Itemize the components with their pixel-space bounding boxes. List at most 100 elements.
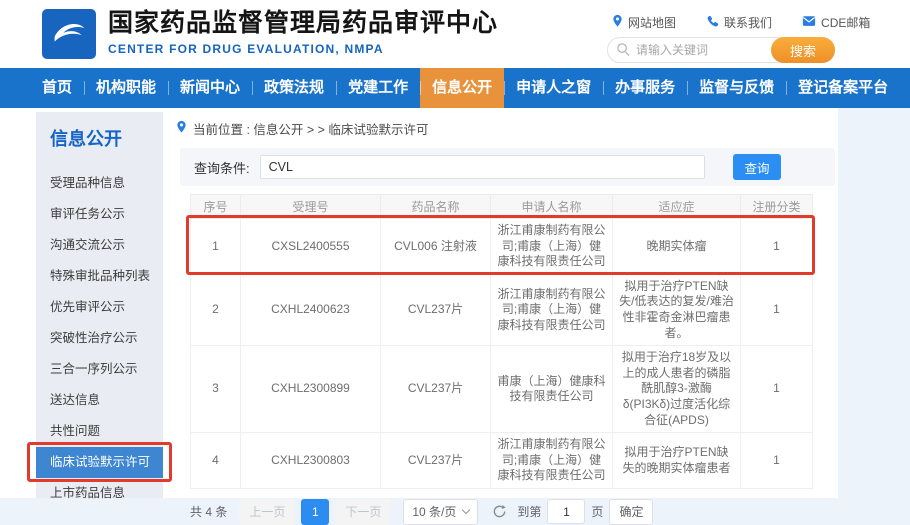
cell-applicant: 浙江甫康制药有限公司;甫康（上海）健康科技有限责任公司 [491, 219, 613, 275]
sidebar-item-breakthrough-therapy[interactable]: 突破性治疗公示 [36, 323, 163, 354]
header-search-button[interactable]: 搜索 [771, 37, 835, 63]
pagination-total: 共 4 条 [190, 503, 227, 520]
logo-swoosh-icon [47, 12, 91, 57]
sidebar-item-delivery-info[interactable]: 送达信息 [36, 385, 163, 416]
cell-indication: 晚期实体瘤 [613, 219, 741, 275]
cell-applicant: 甫康（上海）健康科技有限责任公司 [491, 346, 613, 433]
sidebar-item-communication[interactable]: 沟通交流公示 [36, 230, 163, 261]
sidebar-title: 信息公开 [50, 128, 163, 150]
col-header-applicant: 申请人名称 [491, 195, 613, 219]
sidebar-item-marketed-drugs[interactable]: 上市药品信息 [36, 478, 163, 509]
cell-seq: 1 [191, 219, 241, 275]
table-row[interactable]: 2 CXHL2400623 CVL237片 浙江甫康制药有限公司;甫康（上海）健… [191, 274, 813, 345]
query-panel: 查询条件: 查询 [180, 148, 835, 186]
cell-indication: 拟用于治疗18岁及以上的成人患者的磷脂酰肌醇3-激酶δ(PI3Kδ)过度活化综合… [613, 346, 741, 433]
col-header-drug-name: 药品名称 [381, 195, 491, 219]
table-row[interactable]: 4 CXHL2300803 CVL237片 浙江甫康制药有限公司;甫康（上海）健… [191, 433, 813, 489]
main-nav: 首页 机构职能 新闻中心 政策法规 党建工作 信息公开 申请人之窗 办事服务 监… [0, 68, 910, 108]
nav-item-policy[interactable]: 政策法规 [252, 68, 336, 108]
header-search-bar: 搜索 [607, 37, 835, 63]
query-input[interactable] [260, 155, 705, 179]
cell-acceptance-no: CXSL2400555 [241, 219, 381, 275]
col-header-acceptance-no: 受理号 [241, 195, 381, 219]
breadcrumb-pin-icon [176, 120, 187, 137]
nav-item-supervision[interactable]: 监督与反馈 [687, 68, 786, 108]
cde-mail-label: CDE邮箱 [821, 14, 870, 31]
table-row[interactable]: 3 CXHL2300899 CVL237片 甫康（上海）健康科技有限责任公司 拟… [191, 346, 813, 433]
sidebar-item-special-approval[interactable]: 特殊审批品种列表 [36, 261, 163, 292]
cell-seq: 2 [191, 274, 241, 345]
nav-item-party[interactable]: 党建工作 [336, 68, 420, 108]
mail-icon [802, 15, 816, 30]
query-button[interactable]: 查询 [733, 154, 781, 180]
pagination-bar: 共 4 条 上一页 1 下一页 10 条/页 到第 页 确定 [190, 499, 835, 525]
main-area: 信息公开 受理品种信息 审评任务公示 沟通交流公示 特殊审批品种列表 优先审评公… [0, 108, 838, 498]
search-icon [616, 42, 631, 62]
nav-item-info-disclosure[interactable]: 信息公开 [420, 68, 504, 108]
sidebar-item-three-in-one[interactable]: 三合一序列公示 [36, 354, 163, 385]
breadcrumb: 当前位置 : 信息公开 > > 临床试验默示许可 [176, 116, 835, 140]
cell-indication: 拟用于治疗PTEN缺失的晚期实体瘤患者 [613, 433, 741, 489]
nav-item-home[interactable]: 首页 [30, 68, 84, 108]
cell-applicant: 浙江甫康制药有限公司;甫康（上海）健康科技有限责任公司 [491, 274, 613, 345]
cde-mail-link[interactable]: CDE邮箱 [802, 14, 870, 31]
cell-reg-class: 1 [741, 274, 813, 345]
cell-applicant: 浙江甫康制药有限公司;甫康（上海）健康科技有限责任公司 [491, 433, 613, 489]
cell-acceptance-no: CXHL2300803 [241, 433, 381, 489]
cell-seq: 4 [191, 433, 241, 489]
nav-item-applicant-window[interactable]: 申请人之窗 [504, 68, 603, 108]
sidebar: 信息公开 受理品种信息 审评任务公示 沟通交流公示 特殊审批品种列表 优先审评公… [36, 112, 163, 498]
nav-item-functions[interactable]: 机构职能 [84, 68, 168, 108]
page-size-value: 10 条/页 [412, 503, 456, 520]
goto-label: 到第 [517, 503, 541, 520]
goto-confirm-button[interactable]: 确定 [609, 499, 653, 525]
cell-drug-name: CVL237片 [381, 433, 491, 489]
nav-item-registration-platform[interactable]: 登记备案平台 [786, 68, 900, 108]
refresh-icon[interactable] [492, 504, 507, 519]
cell-reg-class: 1 [741, 433, 813, 489]
phone-icon [706, 15, 719, 31]
cell-seq: 3 [191, 346, 241, 433]
breadcrumb-text: 当前位置 : 信息公开 > > 临床试验默示许可 [193, 119, 428, 138]
results-table-area: 序号 受理号 药品名称 申请人名称 适应症 注册分类 1 CXSL2400555… [190, 194, 812, 489]
sidebar-item-clinical-trial-implied-license[interactable]: 临床试验默示许可 [36, 447, 163, 478]
page-number-1[interactable]: 1 [301, 499, 329, 525]
cell-acceptance-no: CXHL2300899 [241, 346, 381, 433]
sitemap-link[interactable]: 网站地图 [612, 14, 676, 31]
site-subtitle: CENTER FOR DRUG EVALUATION, NMPA [108, 42, 498, 56]
cell-drug-name: CVL237片 [381, 346, 491, 433]
results-table: 序号 受理号 药品名称 申请人名称 适应症 注册分类 1 CXSL2400555… [190, 194, 813, 489]
next-page-button[interactable]: 下一页 [335, 499, 391, 525]
contact-link[interactable]: 联系我们 [706, 14, 772, 31]
prev-page-button[interactable]: 上一页 [239, 499, 295, 525]
query-label: 查询条件: [194, 158, 250, 177]
sidebar-item-accepted-products[interactable]: 受理品种信息 [36, 168, 163, 199]
cell-drug-name: CVL006 注射液 [381, 219, 491, 275]
nav-item-news[interactable]: 新闻中心 [168, 68, 252, 108]
sidebar-item-priority-review[interactable]: 优先审评公示 [36, 292, 163, 323]
table-header-row: 序号 受理号 药品名称 申请人名称 适应症 注册分类 [191, 195, 813, 219]
col-header-seq: 序号 [191, 195, 241, 219]
cell-reg-class: 1 [741, 219, 813, 275]
site-title: 国家药品监督管理局药品审评中心 [108, 8, 498, 38]
site-title-block: 国家药品监督管理局药品审评中心 CENTER FOR DRUG EVALUATI… [108, 8, 498, 56]
table-row[interactable]: 1 CXSL2400555 CVL006 注射液 浙江甫康制药有限公司;甫康（上… [191, 219, 813, 275]
goto-page-input[interactable] [547, 499, 585, 524]
location-pin-icon [612, 14, 623, 31]
nav-item-services[interactable]: 办事服务 [603, 68, 687, 108]
goto-suffix: 页 [591, 503, 603, 520]
content-area: 当前位置 : 信息公开 > > 临床试验默示许可 查询条件: 查询 序号 受理号… [170, 116, 835, 525]
sitemap-label: 网站地图 [628, 14, 676, 31]
cde-logo [42, 9, 96, 59]
chevron-down-icon [462, 506, 470, 514]
contact-label: 联系我们 [724, 14, 772, 31]
col-header-indication: 适应症 [613, 195, 741, 219]
col-header-reg-class: 注册分类 [741, 195, 813, 219]
sidebar-item-review-tasks[interactable]: 审评任务公示 [36, 199, 163, 230]
site-header: 国家药品监督管理局药品审评中心 CENTER FOR DRUG EVALUATI… [0, 0, 910, 68]
page-size-select[interactable]: 10 条/页 [403, 499, 478, 525]
sidebar-item-common-issues[interactable]: 共性问题 [36, 416, 163, 447]
header-links: 网站地图 联系我们 CDE邮箱 [612, 14, 870, 31]
cell-indication: 拟用于治疗PTEN缺失/低表达的复发/难治性非霍奇金淋巴瘤患者。 [613, 274, 741, 345]
cell-acceptance-no: CXHL2400623 [241, 274, 381, 345]
